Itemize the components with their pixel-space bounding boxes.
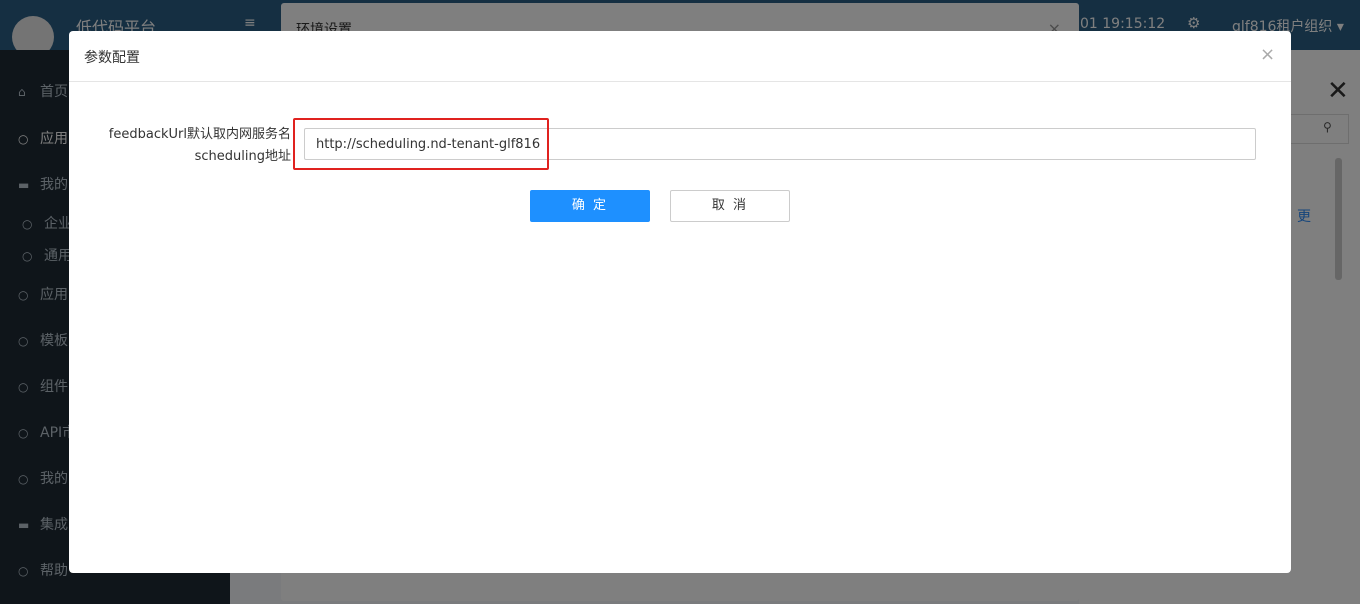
cancel-button[interactable]: 取 消: [670, 190, 790, 222]
parameter-config-modal: 参数配置 × feedbackUrl默认取内网服务名 scheduling地址 …: [69, 31, 1291, 573]
close-icon[interactable]: ×: [1260, 45, 1275, 65]
label-line-1: feedbackUrl默认取内网服务名: [108, 127, 291, 142]
confirm-button[interactable]: 确 定: [530, 190, 650, 222]
label-line-2: scheduling地址: [194, 149, 291, 164]
modal-title: 参数配置: [84, 50, 140, 66]
feedback-url-input[interactable]: [304, 128, 1256, 160]
modal-header: 参数配置 ×: [69, 31, 1291, 82]
feedback-url-label: feedbackUrl默认取内网服务名 scheduling地址: [93, 124, 291, 168]
